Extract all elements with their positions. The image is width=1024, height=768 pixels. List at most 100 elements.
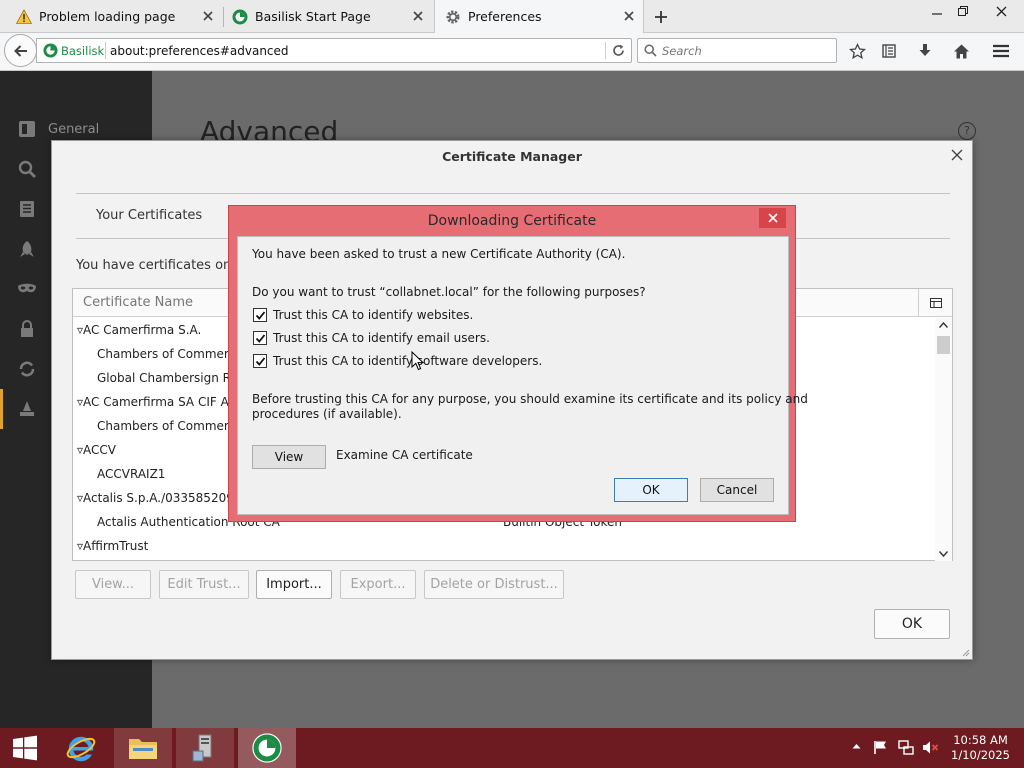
delete-or-distrust-button[interactable]: Delete or Distrust... — [424, 570, 564, 599]
folder-icon — [129, 739, 157, 759]
close-icon — [996, 6, 1007, 16]
star-icon — [848, 42, 866, 59]
tree-row[interactable]: ▿Actalis S.p.A./03358520967 — [77, 486, 249, 510]
basilisk-logo-icon — [43, 43, 58, 58]
info-text: You have certificates on f — [76, 258, 240, 273]
url-text[interactable]: about:preferences#advanced — [110, 44, 289, 58]
windows-taskbar: 10:58 AM 1/10/2025 — [0, 728, 1024, 768]
menu-button[interactable] — [990, 40, 1012, 62]
close-dialog-button[interactable] — [759, 208, 786, 228]
column-header-cert-name[interactable]: Certificate Name — [83, 295, 193, 310]
intro-text: You have been asked to trust a new Certi… — [252, 247, 626, 261]
bookmarks-menu-button[interactable] — [878, 40, 900, 62]
identity-label[interactable]: Basilisk — [61, 44, 104, 58]
new-tab-button[interactable] — [650, 6, 672, 28]
resize-grip-icon[interactable] — [961, 648, 970, 657]
windows-logo-icon — [13, 735, 37, 761]
search-bar[interactable] — [637, 38, 837, 63]
taskbar-file-explorer[interactable] — [114, 728, 172, 768]
scroll-up-icon — [939, 322, 948, 328]
bookmark-star-button[interactable] — [846, 40, 868, 62]
help-icon[interactable]: ? — [958, 122, 976, 140]
search-input[interactable] — [662, 42, 830, 59]
import-button[interactable]: Import... — [256, 570, 332, 599]
tree-row[interactable]: Global Chambersign Roo — [97, 366, 245, 390]
warning-icon — [16, 8, 32, 25]
close-tab-icon[interactable] — [200, 8, 216, 24]
reload-icon[interactable] — [611, 43, 626, 58]
taskbar-basilisk[interactable] — [238, 728, 296, 768]
volume-muted-icon[interactable] — [922, 740, 939, 755]
back-button[interactable] — [4, 34, 37, 67]
checkmark-icon — [255, 356, 265, 366]
trust-email-label[interactable]: Trust this CA to identify email users. — [273, 331, 490, 345]
gear-icon — [445, 9, 461, 25]
ok-button[interactable]: OK — [614, 478, 688, 502]
basilisk-logo-icon — [252, 733, 282, 763]
hamburger-icon — [993, 44, 1009, 58]
cert-manager-ok-button[interactable]: OK — [874, 609, 950, 639]
network-icon[interactable] — [898, 740, 914, 755]
dialog-body: You have been asked to trust a new Certi… — [237, 236, 808, 515]
start-button[interactable] — [0, 728, 50, 768]
restore-icon — [958, 6, 968, 16]
action-center-flag-icon[interactable] — [874, 740, 888, 755]
tree-scrollbar[interactable] — [935, 318, 952, 561]
tab-problem-loading[interactable]: Problem loading page — [16, 0, 222, 33]
scroll-thumb[interactable] — [937, 336, 950, 354]
taskbar-control-panel[interactable] — [176, 728, 234, 768]
download-arrow-icon — [919, 44, 931, 56]
tree-row[interactable]: ▿AC Camerfirma S.A. — [77, 318, 201, 342]
home-button[interactable] — [950, 40, 972, 62]
view-ca-certificate-button[interactable]: View — [252, 445, 326, 469]
tree-row[interactable]: ▿ACCV — [77, 438, 116, 462]
dialog-title: Downloading Certificate — [427, 213, 597, 229]
advice-text-line1: Before trusting this CA for any purpose,… — [252, 392, 808, 406]
tab-start-page[interactable]: Basilisk Start Page — [224, 0, 432, 33]
downloads-button[interactable] — [914, 40, 936, 62]
search-icon — [644, 44, 657, 57]
trust-websites-checkbox[interactable] — [253, 308, 267, 322]
view-certificate-button[interactable]: View... — [75, 570, 151, 599]
trust-websites-label[interactable]: Trust this CA to identify websites. — [273, 308, 473, 322]
close-window-button[interactable] — [979, 0, 1024, 22]
trust-software-label[interactable]: Trust this CA to identify software devel… — [273, 354, 542, 368]
tab-your-certificates[interactable]: Your Certificates — [96, 208, 202, 223]
taskbar-internet-explorer[interactable] — [55, 728, 107, 768]
basilisk-logo-icon — [232, 9, 248, 25]
internet-explorer-icon — [66, 736, 96, 762]
view-description: Examine CA certificate — [336, 448, 473, 462]
minimize-button[interactable] — [926, 0, 948, 22]
tab-title: Preferences — [468, 9, 542, 24]
downloading-certificate-dialog: Downloading Certificate You have been as… — [228, 205, 808, 522]
tree-row[interactable]: ▿AffirmTrust — [77, 534, 148, 558]
tab-strip: Problem loading page Basilisk Start Page… — [0, 0, 1024, 33]
close-dialog-button[interactable] — [950, 148, 966, 164]
tab-preferences[interactable]: Preferences — [434, 0, 644, 33]
trust-email-checkbox[interactable] — [253, 331, 267, 345]
tree-row[interactable]: Chambers of Commerce — [97, 414, 243, 438]
close-tab-icon[interactable] — [410, 8, 426, 24]
system-clock[interactable]: 10:58 AM 1/10/2025 — [951, 733, 1010, 763]
clock-time: 10:58 AM — [953, 733, 1008, 747]
edit-trust-button[interactable]: Edit Trust... — [159, 570, 249, 599]
cancel-button[interactable]: Cancel — [700, 478, 774, 502]
trust-software-checkbox[interactable] — [253, 354, 267, 368]
tree-row[interactable]: ACCVRAIZ1 — [97, 462, 165, 486]
tree-row[interactable]: ▿AC Camerfirma SA CIF A827 — [77, 390, 252, 414]
tree-row[interactable]: Chambers of Commerce — [97, 342, 243, 366]
content-icon — [16, 198, 38, 220]
show-hidden-icons-icon[interactable] — [852, 743, 861, 749]
plus-icon — [655, 11, 667, 23]
tab-title: Problem loading page — [39, 9, 176, 24]
restore-button[interactable] — [952, 0, 974, 22]
url-bar[interactable]: Basilisk about:preferences#advanced — [36, 38, 632, 63]
general-icon — [16, 118, 38, 140]
checkmark-icon — [255, 333, 265, 343]
privacy-mask-icon — [16, 278, 38, 300]
bookmarks-list-icon — [882, 44, 896, 58]
close-tab-icon[interactable] — [621, 8, 637, 24]
tab-title: Basilisk Start Page — [255, 9, 371, 24]
column-picker-icon[interactable] — [918, 289, 952, 317]
export-button[interactable]: Export... — [340, 570, 416, 599]
